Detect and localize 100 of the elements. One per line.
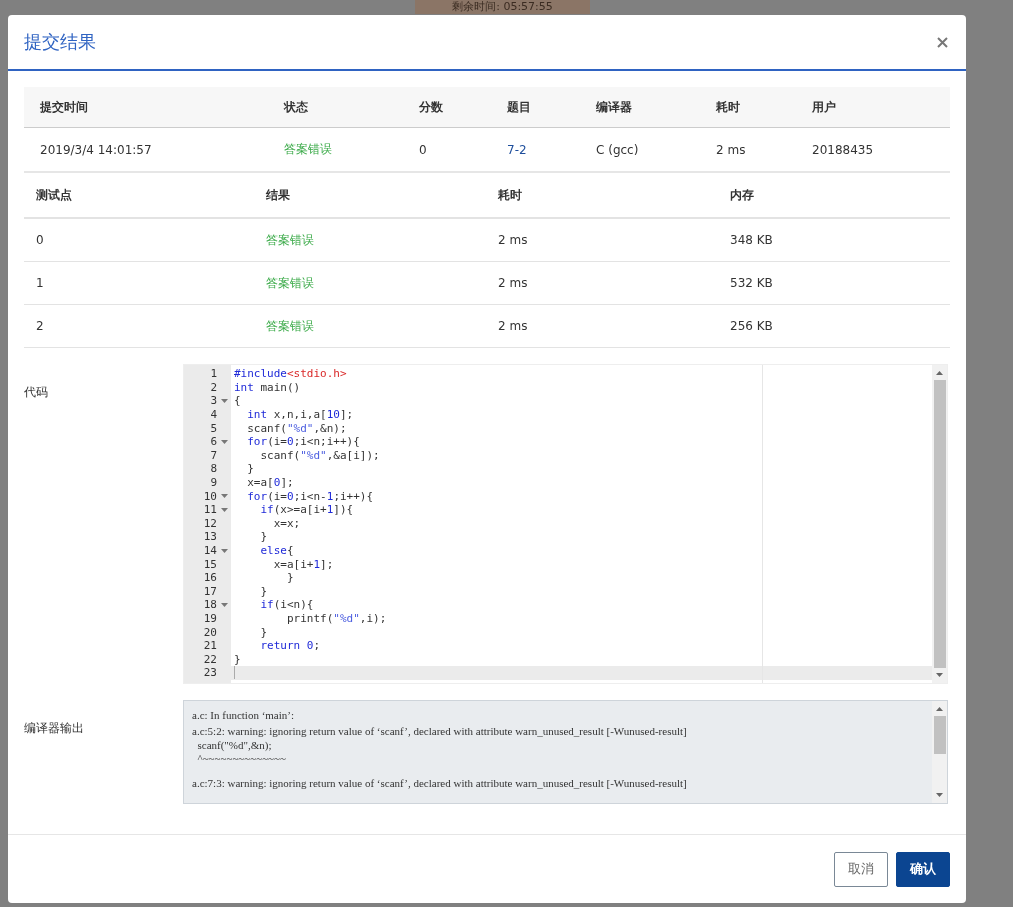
column-header: 耗时 (716, 98, 741, 116)
column-header: 提交时间 (40, 98, 89, 116)
line-number: 9 (209, 476, 217, 490)
code-line: x=a[0]; (246, 476, 294, 490)
line-number: 22 (202, 652, 217, 666)
table-cell-text: 532 KB (730, 276, 774, 290)
column-header: 结果 (266, 186, 291, 204)
line-number: 5 (209, 421, 217, 435)
line-number: 13 (202, 530, 217, 544)
line-number: 8 (209, 462, 217, 476)
line-number: 17 (202, 584, 217, 598)
fold-arrow-icon[interactable] (220, 399, 228, 403)
table-cell-text: 答案错误 (266, 274, 315, 292)
line-number: 16 (202, 571, 217, 585)
output-line: a.c:7:3: warning: ignoring return value of ‘scanf’, declared with attribute warn_unused_result [-Wunused-result] (192, 776, 688, 791)
column-header: 状态 (284, 98, 309, 116)
column-header: 题目 (507, 98, 532, 116)
code-line: int x,n,i,a[10]; (246, 408, 354, 422)
confirm-button[interactable]: 确认 (896, 851, 950, 887)
scrollbar[interactable] (932, 701, 947, 803)
table-cell-text: 2 ms (498, 319, 529, 333)
fold-arrow-icon[interactable] (220, 548, 228, 553)
code-line: if(x>=a[i+1]){ (259, 503, 354, 517)
code-line: int main() (233, 380, 301, 394)
fold-arrow-icon[interactable] (220, 494, 228, 499)
cancel-button[interactable]: 取消 (834, 851, 888, 887)
code-line: printf("%d",i); (285, 612, 387, 625)
table-cell-text: 答案错误 (266, 317, 315, 335)
code-line: } (259, 584, 268, 598)
text-cursor (234, 666, 235, 680)
line-number: 4 (209, 408, 217, 422)
code-line: scanf("%d",&n); (246, 421, 347, 435)
code-line: { (233, 394, 241, 408)
line-number: 12 (202, 516, 217, 530)
table-cell-text: 2 ms (716, 142, 747, 157)
fold-arrow-icon[interactable] (220, 439, 228, 444)
close-icon[interactable] (937, 36, 948, 48)
code-line: } (246, 462, 254, 476)
line-number: 3 (209, 394, 217, 408)
output-line: a.c:5:2: warning: ignoring return value of ‘scanf’, declared with attribute warn_unused_result [-Wunused-result] (192, 724, 688, 739)
output-line: a.c: In function ‘main’: (192, 708, 296, 723)
output-line: scanf("%d",&n); (196, 739, 273, 752)
compiler-output-box[interactable] (183, 700, 948, 804)
line-number: 11 (202, 503, 217, 517)
table-cell-text: 答案错误 (284, 141, 333, 158)
code-line: x=x; (272, 516, 301, 530)
scroll-down-arrow-icon[interactable] (936, 673, 943, 677)
code-label: 代码 (24, 384, 49, 401)
code-line: } (259, 625, 268, 639)
code-line: } (233, 652, 241, 666)
table-cell-text: 2 ms (498, 276, 529, 290)
countdown-timer: 剩余时间: 05:57:55 (415, 0, 590, 14)
column-header: 测试点 (36, 186, 73, 204)
line-number: 15 (202, 557, 217, 571)
table-cell-text: 256 KB (730, 319, 774, 333)
table-cell-text: 答案错误 (266, 231, 315, 249)
table-cell-text: 0 (36, 233, 45, 247)
line-number: 2 (209, 380, 217, 394)
code-line: } (259, 530, 268, 544)
line-number: 21 (202, 639, 217, 653)
line-number: 19 (202, 612, 217, 625)
line-number: 6 (209, 435, 217, 449)
table-cell-text: 1 (36, 276, 45, 290)
code-line: #include<stdio.h> (233, 367, 347, 381)
column-header: 分数 (419, 98, 444, 116)
line-number: 20 (202, 625, 217, 639)
code-line: return 0; (259, 639, 321, 653)
scroll-up-arrow-icon[interactable] (936, 371, 943, 375)
column-header: 用户 (812, 98, 837, 116)
scrollbar[interactable] (932, 365, 947, 683)
table-cell-text: 348 KB (730, 233, 774, 247)
table-cell-text: 2 (36, 319, 45, 333)
table-cell-text: 2 ms (498, 233, 529, 247)
output-line: ^~~~~~~~~~~~~~~ (196, 752, 287, 765)
dialog-title: 提交结果 (24, 30, 96, 54)
code-line: if(i<n){ (259, 598, 314, 612)
line-number: 14 (202, 544, 217, 557)
column-header: 编译器 (596, 98, 633, 116)
code-line: x=a[i+1]; (272, 557, 334, 571)
code-line: else{ (259, 544, 294, 557)
line-number: 23 (202, 666, 217, 680)
table-cell-text: 2019/3/4 14:01:57 (40, 142, 153, 157)
line-number: 1 (209, 367, 217, 381)
code-line: } (285, 571, 294, 585)
table-cell-text: C (gcc) (596, 142, 640, 157)
table-cell-text: 0 (419, 142, 428, 157)
scroll-up-arrow-icon[interactable] (936, 707, 943, 711)
fold-arrow-icon[interactable] (220, 507, 228, 512)
problem-link[interactable]: 7-2 (507, 142, 527, 157)
fold-arrow-icon[interactable] (220, 602, 228, 607)
line-number: 18 (202, 598, 217, 612)
column-header: 内存 (730, 186, 755, 204)
code-line: for(i=0;i<n-1;i++){ (246, 489, 374, 503)
table-cell-text: 20188435 (812, 142, 875, 157)
line-number: 10 (202, 489, 217, 503)
code-line: scanf("%d",&a[i]); (259, 448, 380, 462)
column-header: 耗时 (498, 186, 523, 204)
scroll-down-arrow-icon[interactable] (936, 793, 943, 797)
code-line: for(i=0;i<n;i++){ (246, 435, 360, 449)
compiler-output-label: 编译器输出 (24, 720, 85, 737)
